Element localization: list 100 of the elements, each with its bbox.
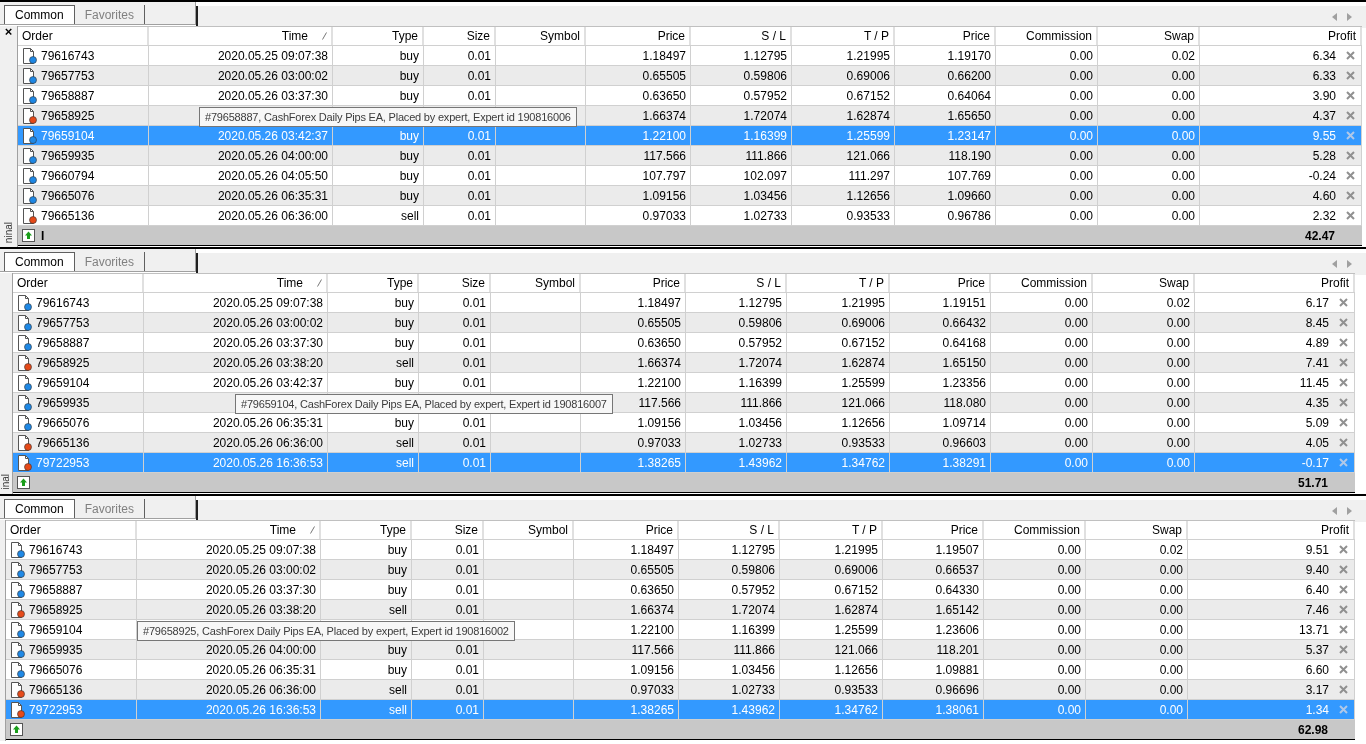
table-cell: 0.01	[412, 560, 484, 579]
close-icon[interactable]	[1339, 458, 1348, 467]
scroll-right-icon[interactable]	[1347, 507, 1352, 515]
table-cell: sell	[321, 600, 412, 619]
column-header[interactable]: Type	[321, 521, 412, 539]
column-header[interactable]: Commission	[984, 521, 1086, 539]
column-header[interactable]: Type	[328, 274, 419, 292]
column-header[interactable]: S / L	[679, 521, 780, 539]
close-icon[interactable]	[1339, 338, 1348, 347]
scroll-left-icon[interactable]	[1332, 13, 1337, 21]
scroll-left-icon[interactable]	[1332, 507, 1337, 515]
close-icon[interactable]	[1339, 665, 1348, 674]
table-row[interactable]: 79657753 2020.05.26 03:00:02 buy 0.01 0.65505 0.59806 0.69006 0.66200 0.00 0.00 6.33	[18, 66, 1362, 86]
close-icon[interactable]	[1339, 705, 1348, 714]
scroll-right-icon[interactable]	[1347, 13, 1352, 21]
table-cell: 0.93533	[792, 206, 895, 225]
column-header[interactable]: S / L	[691, 27, 792, 45]
table-row[interactable]: 79659935 2020.05.26 04:00:00 buy 0.01 117.566 111.866 121.066 118.201 0.00 0.00 5.37	[6, 640, 1355, 660]
column-header[interactable]: T / P	[780, 521, 883, 539]
close-icon[interactable]	[1346, 151, 1355, 160]
close-icon[interactable]	[1339, 645, 1348, 654]
table-cell: 0.01	[424, 86, 496, 105]
column-header[interactable]: Price	[581, 274, 686, 292]
column-header[interactable]: Price	[883, 521, 984, 539]
scroll-right-icon[interactable]	[1347, 260, 1352, 268]
tab[interactable]: Favorites	[74, 5, 146, 24]
tab[interactable]: Common	[4, 499, 75, 518]
column-header[interactable]: Profit	[1188, 521, 1355, 539]
column-header[interactable]: Order	[6, 521, 137, 539]
close-icon[interactable]	[1346, 71, 1355, 80]
column-header[interactable]: Order	[13, 274, 144, 292]
table-row[interactable]: 79657753 2020.05.26 03:00:02 buy 0.01 0.65505 0.59806 0.69006 0.66537 0.00 0.00 9.40	[6, 560, 1355, 580]
column-header[interactable]: Size	[419, 274, 491, 292]
table-row[interactable]: 79659935 2020.05.26 04:00:00 buy 0.01 117.566 111.866 121.066 118.190 0.00 0.00 5.28	[18, 146, 1362, 166]
order-document-icon	[22, 67, 37, 84]
table-row[interactable]: 79665136 2020.05.26 06:36:00 sell 0.01 0.97033 1.02733 0.93533 0.96696 0.00 0.00 3.17	[6, 680, 1355, 700]
close-icon[interactable]	[1346, 171, 1355, 180]
table-cell: 0.00	[1086, 640, 1188, 659]
close-icon[interactable]	[1339, 438, 1348, 447]
column-header[interactable]: Profit	[1195, 274, 1355, 292]
close-icon[interactable]	[1346, 211, 1355, 220]
close-icon[interactable]	[1346, 131, 1355, 140]
column-header[interactable]: Swap	[1098, 27, 1200, 45]
tab[interactable]: Common	[4, 252, 75, 271]
table-row[interactable]: 79665076 2020.05.26 06:35:31 buy 0.01 1.09156 1.03456 1.12656 1.09660 0.00 0.00 4.60	[18, 186, 1362, 206]
table-cell: buy	[321, 580, 412, 599]
column-header[interactable]: Profit	[1200, 27, 1362, 45]
column-header[interactable]: Price	[890, 274, 991, 292]
table-row[interactable]: 79657753 2020.05.26 03:00:02 buy 0.01 0.65505 0.59806 0.69006 0.66432 0.00 0.00 8.45	[13, 313, 1355, 333]
tab[interactable]: Favorites	[74, 252, 146, 271]
column-header[interactable]: Time	[144, 274, 328, 292]
scroll-left-icon[interactable]	[1332, 260, 1337, 268]
up-arrow-icon[interactable]	[10, 723, 23, 736]
up-arrow-icon[interactable]	[17, 476, 30, 489]
column-header[interactable]: Swap	[1086, 521, 1188, 539]
close-icon[interactable]	[1346, 91, 1355, 100]
close-icon[interactable]	[1339, 605, 1348, 614]
close-icon[interactable]	[1346, 111, 1355, 120]
close-icon[interactable]	[1346, 51, 1355, 60]
column-header[interactable]: Size	[412, 521, 484, 539]
close-icon[interactable]	[1339, 685, 1348, 694]
close-icon[interactable]	[1339, 298, 1348, 307]
column-header[interactable]: Price	[895, 27, 996, 45]
column-header[interactable]: Price	[586, 27, 691, 45]
close-icon[interactable]	[1339, 585, 1348, 594]
close-icon[interactable]	[1339, 565, 1348, 574]
column-header[interactable]: Symbol	[484, 521, 574, 539]
column-header[interactable]: Time	[149, 27, 333, 45]
close-icon[interactable]	[1339, 398, 1348, 407]
tab[interactable]: Favorites	[74, 499, 146, 518]
column-header[interactable]: Time	[137, 521, 321, 539]
close-icon[interactable]	[1339, 358, 1348, 367]
column-header[interactable]: Order	[18, 27, 149, 45]
column-header[interactable]: T / P	[787, 274, 890, 292]
column-header[interactable]: Symbol	[491, 274, 581, 292]
table-cell: 0.00	[1093, 333, 1195, 352]
column-header[interactable]: S / L	[686, 274, 787, 292]
close-icon[interactable]	[1339, 378, 1348, 387]
order-document-icon	[10, 661, 25, 678]
up-arrow-icon[interactable]	[22, 229, 35, 242]
close-button[interactable]: ×	[4, 26, 13, 38]
table-row[interactable]: 79658925 2020.05.26 03:38:20 sell 0.01 1.66374 1.72074 1.62874 1.65150 0.00 0.00 7.41	[13, 353, 1355, 373]
column-header[interactable]: Size	[424, 27, 496, 45]
table-cell: 0.64330	[883, 580, 984, 599]
tab[interactable]: Common	[4, 5, 75, 24]
column-header[interactable]: Swap	[1093, 274, 1195, 292]
close-icon[interactable]	[1339, 625, 1348, 634]
close-icon[interactable]	[1339, 545, 1348, 554]
close-icon[interactable]	[1346, 191, 1355, 200]
column-header[interactable]: T / P	[792, 27, 895, 45]
table-cell: 0.97033	[574, 680, 679, 699]
table-row[interactable]: 79658925 2020.05.26 03:38:20 sell 0.01 1.66374 1.72074 1.62874 1.65142 0.00 0.00 7.46	[6, 600, 1355, 620]
column-header[interactable]: Symbol	[496, 27, 586, 45]
column-header[interactable]: Commission	[991, 274, 1093, 292]
close-icon[interactable]	[1339, 318, 1348, 327]
column-header[interactable]: Price	[574, 521, 679, 539]
column-header[interactable]: Commission	[996, 27, 1098, 45]
close-icon[interactable]	[1339, 418, 1348, 427]
table-row[interactable]: 79665136 2020.05.26 06:36:00 sell 0.01 0.97033 1.02733 0.93533 0.96603 0.00 0.00 4.05	[13, 433, 1355, 453]
column-header[interactable]: Type	[333, 27, 424, 45]
